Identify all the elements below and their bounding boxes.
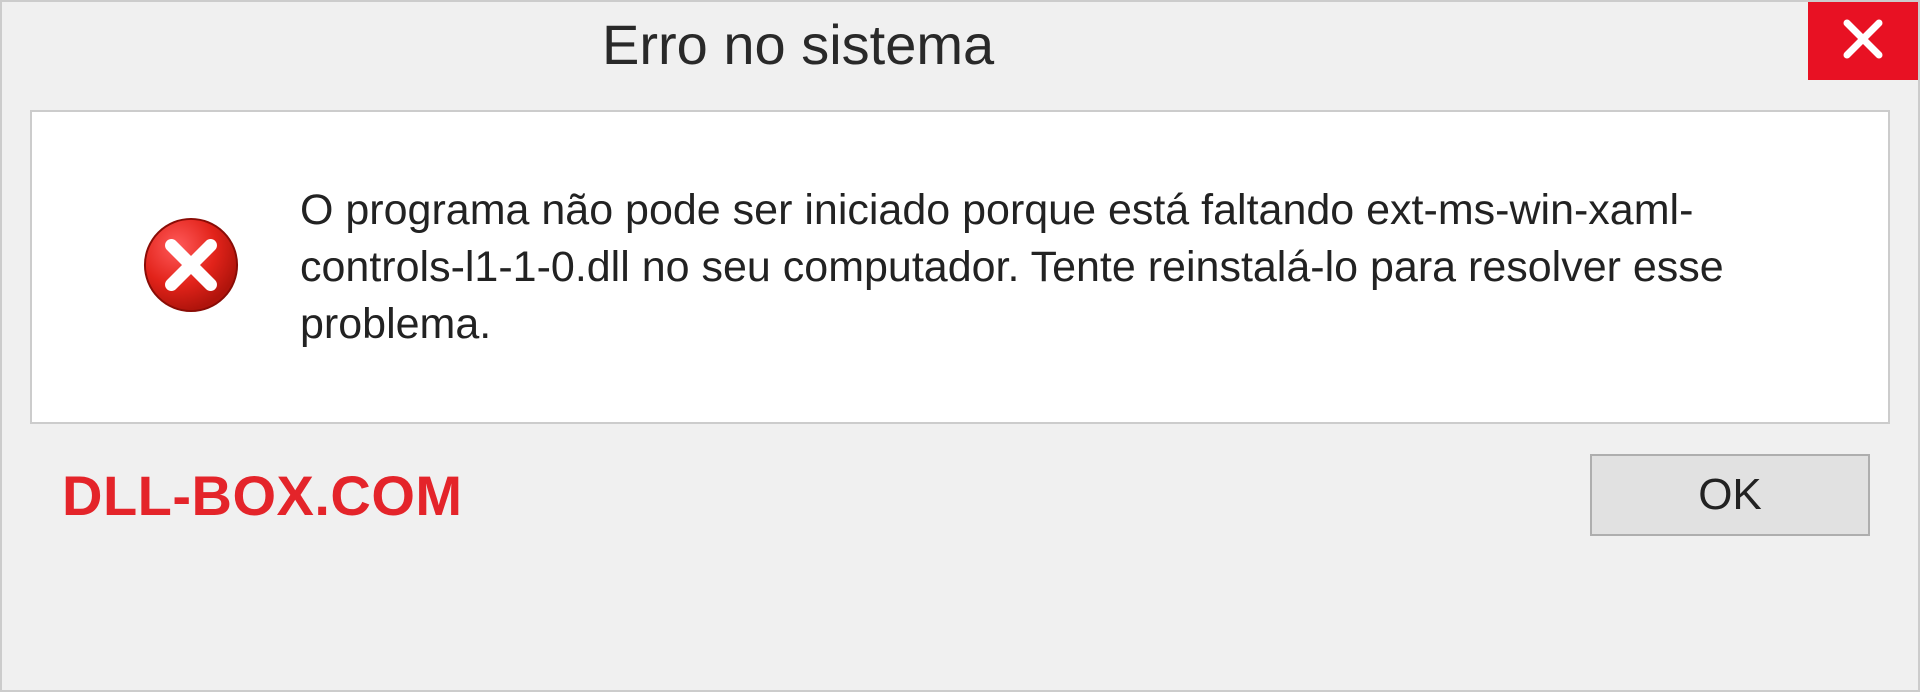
watermark: DLL-BOX.COM bbox=[62, 463, 463, 528]
dialog-title: Erro no sistema bbox=[602, 2, 994, 77]
error-message: O programa não pode ser iniciado porque … bbox=[300, 182, 1808, 352]
close-icon bbox=[1839, 15, 1887, 68]
titlebar: Erro no sistema bbox=[2, 2, 1918, 92]
content-panel: O programa não pode ser iniciado porque … bbox=[30, 110, 1890, 424]
error-dialog: Erro no sistema bbox=[0, 0, 1920, 692]
ok-button[interactable]: OK bbox=[1590, 454, 1870, 536]
error-icon bbox=[142, 216, 240, 319]
close-button[interactable] bbox=[1808, 2, 1918, 80]
footer: DLL-BOX.COM OK bbox=[2, 424, 1918, 566]
